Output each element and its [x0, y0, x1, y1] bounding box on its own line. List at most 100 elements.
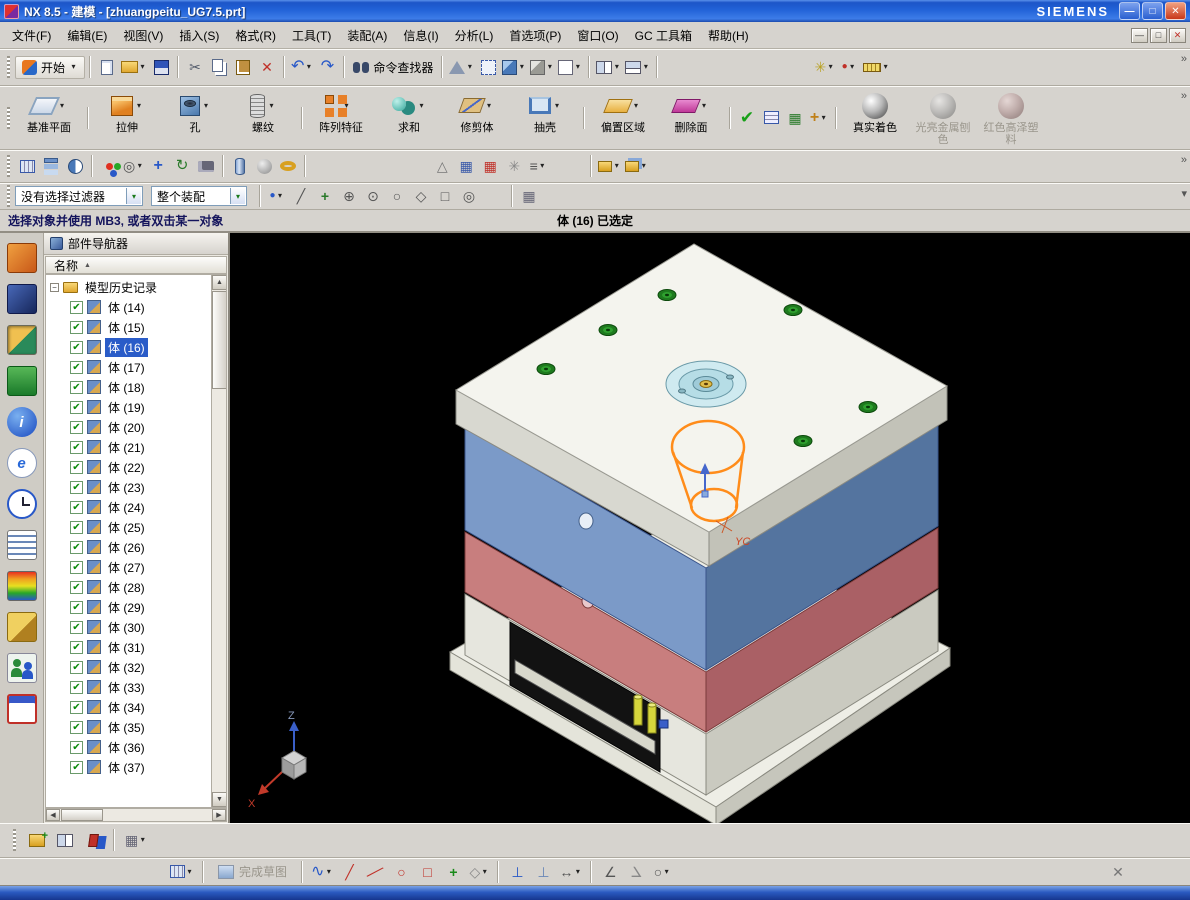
checkbox-checked-icon[interactable]: ✔: [70, 480, 83, 494]
users-icon[interactable]: [6, 653, 37, 683]
assembly-constraints-button[interactable]: ▾: [596, 153, 623, 179]
tree-item-row[interactable]: ✔ 体 (34): [46, 697, 211, 717]
corner-tool-button[interactable]: ∠: [624, 859, 648, 885]
maximize-button[interactable]: □: [1142, 2, 1163, 20]
column-header-name[interactable]: 名称 ▲: [45, 256, 227, 274]
dropdown-caret-icon[interactable]: ▾: [553, 101, 562, 111]
constraint-navigator-icon[interactable]: [6, 284, 37, 314]
3d-viewport[interactable]: YC Z X: [230, 233, 1190, 823]
angle-tool-button[interactable]: ∠: [598, 859, 622, 885]
toolbar-overflow-icon[interactable]: »: [1181, 53, 1187, 65]
tree-item-row[interactable]: ✔ 体 (33): [46, 677, 211, 697]
combo-dropdown-icon[interactable]: ▾: [126, 188, 141, 204]
dropdown-caret-icon[interactable]: ▾: [545, 62, 554, 72]
dropdown-caret-icon[interactable]: ▾: [480, 867, 489, 877]
datum-plane-button[interactable]: ▾ 基准平面: [17, 87, 81, 149]
checkbox-checked-icon[interactable]: ✔: [70, 660, 83, 674]
dropdown-caret-icon[interactable]: ▾: [276, 191, 285, 201]
hd3d-tools-icon[interactable]: i: [6, 407, 37, 437]
expressions-button[interactable]: [759, 105, 783, 131]
rectangle-button[interactable]: □: [415, 859, 439, 885]
examine-geometry-button[interactable]: ✔: [735, 105, 759, 131]
dropdown-caret-icon[interactable]: ▾: [662, 867, 671, 877]
toolbar-grip[interactable]: [7, 185, 10, 207]
menu-item[interactable]: 视图(V): [115, 23, 171, 48]
snap-tool-button[interactable]: ✳ ▾: [812, 54, 837, 80]
dropdown-caret-icon[interactable]: ▾: [267, 101, 276, 111]
tree-item-row[interactable]: ✔ 体 (17): [46, 357, 211, 377]
extrude-button[interactable]: ▾ 拉伸: [95, 87, 159, 149]
display-mode-button[interactable]: ▦ ▾: [123, 827, 149, 853]
tree-item-row[interactable]: ✔ 体 (16): [46, 337, 211, 357]
dropdown-caret-icon[interactable]: ▾: [538, 161, 547, 171]
sketch-grid-button[interactable]: ▾: [168, 859, 196, 885]
background-button[interactable]: ▾: [556, 54, 584, 80]
rotate-view-button[interactable]: ↻: [170, 153, 194, 179]
system-scene-icon[interactable]: [6, 694, 37, 724]
grid-snap-button[interactable]: ▦: [517, 183, 541, 209]
checkbox-checked-icon[interactable]: ✔: [70, 640, 83, 654]
checkbox-checked-icon[interactable]: ✔: [70, 760, 83, 774]
child-minimize-button[interactable]: —: [1131, 27, 1148, 43]
tree-item-row[interactable]: ✔ 体 (19): [46, 397, 211, 417]
menu-item[interactable]: 编辑(E): [59, 23, 115, 48]
history-icon[interactable]: [6, 489, 37, 519]
web-browser-icon[interactable]: e: [6, 448, 37, 478]
dropdown-caret-icon[interactable]: ▾: [58, 101, 67, 111]
undo-button[interactable]: ↶ ▾: [289, 54, 315, 80]
menu-item[interactable]: 插入(S): [171, 23, 227, 48]
bookmark-red-button[interactable]: [81, 827, 105, 853]
auto-constraint-button[interactable]: ⊥: [531, 859, 555, 885]
move-object-button[interactable]: +: [146, 153, 170, 179]
child-close-button[interactable]: ✕: [1169, 27, 1186, 43]
move-component-button[interactable]: ▾: [623, 153, 650, 179]
checkbox-checked-icon[interactable]: ✔: [70, 500, 83, 514]
dropdown-caret-icon[interactable]: ▾: [202, 101, 211, 111]
checkbox-checked-icon[interactable]: ✔: [70, 700, 83, 714]
roles-icon[interactable]: [6, 612, 37, 642]
thread-button[interactable]: ▾ 螺纹: [231, 87, 295, 149]
tree-item-row[interactable]: ✔ 体 (21): [46, 437, 211, 457]
mold-assembly-model[interactable]: [449, 243, 951, 823]
checkbox-checked-icon[interactable]: ✔: [70, 420, 83, 434]
checkbox-checked-icon[interactable]: ✔: [70, 460, 83, 474]
tree-item-row[interactable]: ✔ 体 (14): [46, 297, 211, 317]
selection-filter-combo[interactable]: 没有选择过滤器 ▾: [15, 186, 143, 206]
circle-button[interactable]: ○: [389, 859, 413, 885]
toolbar-overflow-icon[interactable]: »: [1181, 90, 1187, 102]
point-button[interactable]: +: [441, 859, 465, 885]
dropdown-caret-icon[interactable]: ▾: [632, 101, 641, 111]
dropdown-caret-icon[interactable]: ▾: [324, 867, 333, 877]
tree-item-row[interactable]: ✔ 体 (37): [46, 757, 211, 777]
bright-metal-button[interactable]: 光亮金属刨色: [911, 87, 975, 149]
section-view-button[interactable]: [63, 153, 87, 179]
checkbox-checked-icon[interactable]: ✔: [70, 680, 83, 694]
command-finder-button[interactable]: 命令查找器: [349, 59, 437, 76]
circle-snap-button[interactable]: ○ ▾: [650, 859, 674, 885]
scroll-down-icon[interactable]: ▼: [212, 792, 226, 807]
settings-button[interactable]: ✳: [502, 153, 526, 179]
true-shading-button[interactable]: 真实着色: [843, 87, 907, 149]
tree-item-row[interactable]: ✔ 体 (22): [46, 457, 211, 477]
datum-grid-button[interactable]: [15, 153, 39, 179]
spreadsheet-table-button[interactable]: ▦: [454, 153, 478, 179]
dropdown-caret-icon[interactable]: ▾: [641, 62, 650, 72]
tree-item-row[interactable]: ✔ 体 (23): [46, 477, 211, 497]
tree-item-row[interactable]: ✔ 体 (25): [46, 517, 211, 537]
snap-quadrant-button[interactable]: ◎: [457, 183, 481, 209]
menu-item[interactable]: 文件(F): [4, 23, 59, 48]
checkbox-checked-icon[interactable]: ✔: [70, 560, 83, 574]
annotation-table-button[interactable]: ▦: [478, 153, 502, 179]
checkbox-checked-icon[interactable]: ✔: [70, 720, 83, 734]
checkbox-checked-icon[interactable]: ✔: [70, 440, 83, 454]
arc-button[interactable]: ╱: [363, 859, 387, 885]
assembly-navigator-icon[interactable]: [6, 243, 37, 273]
dropdown-caret-icon[interactable]: ▾: [819, 113, 828, 123]
save-button[interactable]: [149, 54, 173, 80]
layer-settings-button[interactable]: [39, 153, 63, 179]
tree-item-row[interactable]: ✔ 体 (20): [46, 417, 211, 437]
tree-item-row[interactable]: ✔ 体 (32): [46, 657, 211, 677]
child-restore-button[interactable]: □: [1150, 27, 1167, 43]
dropdown-caret-icon[interactable]: ▾: [573, 62, 582, 72]
menu-item[interactable]: 首选项(P): [501, 23, 569, 48]
